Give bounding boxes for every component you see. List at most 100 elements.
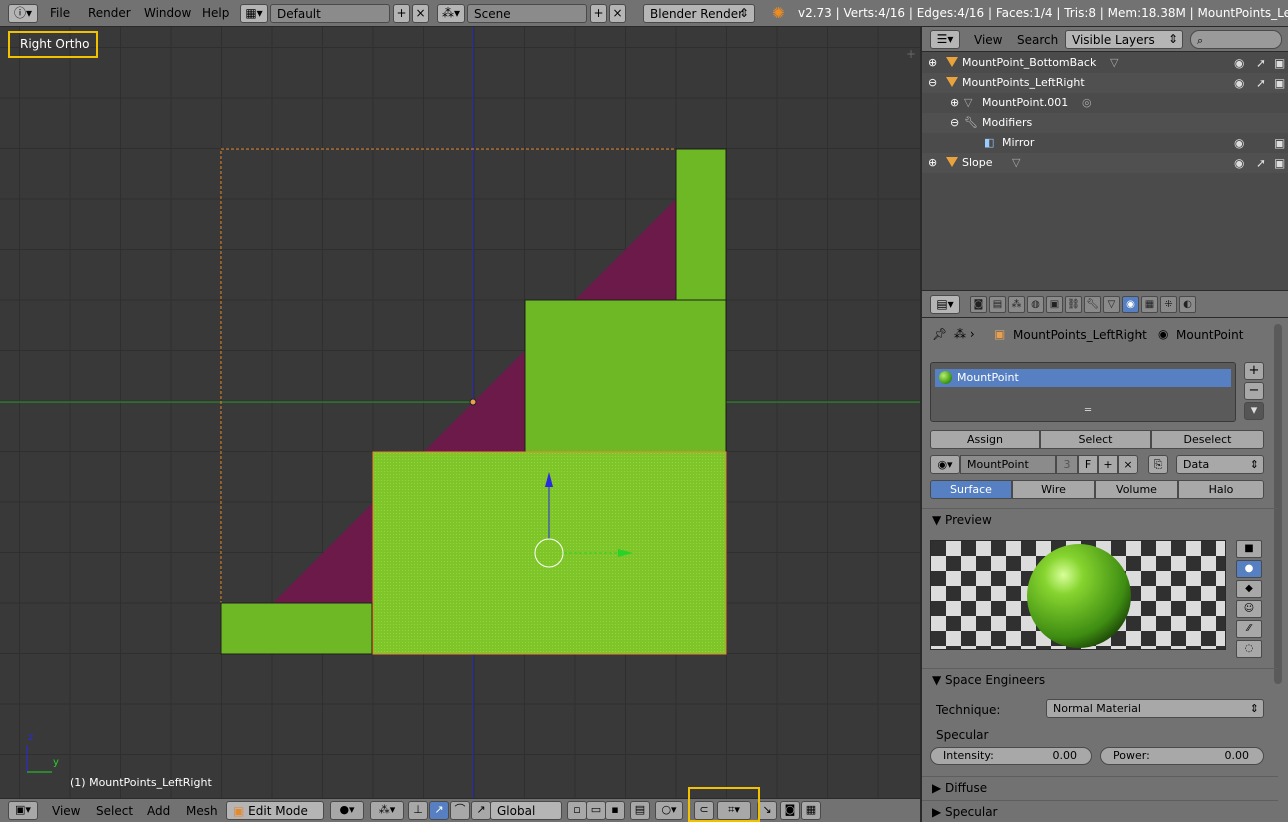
expand-plus-icon[interactable]: ⊕ (928, 156, 937, 169)
viewport-shading-icon[interactable]: ●▾ (330, 801, 364, 820)
pin-icon[interactable]: 📌︎ (932, 327, 947, 341)
texture-tab-icon[interactable]: ▦ (1141, 296, 1158, 313)
visibility-eye-icon[interactable]: ◉ (1234, 156, 1244, 170)
scene-field[interactable]: Scene (467, 4, 587, 23)
render-tab-icon[interactable]: ◙ (970, 296, 987, 313)
tab-volume[interactable]: Volume (1095, 480, 1178, 499)
face-select-icon[interactable]: ▪ (605, 801, 625, 820)
world-tab-icon[interactable]: ◍ (1027, 296, 1044, 313)
unlink-material-icon[interactable]: × (1118, 455, 1138, 474)
occlude-geometry-icon[interactable]: ▤ (630, 801, 650, 820)
menu-help[interactable]: Help (202, 6, 229, 20)
preview-hair-icon[interactable]: ⁄⁄ (1236, 620, 1262, 638)
object-origin[interactable] (469, 398, 477, 406)
display-mode-select[interactable]: Visible Layers ⇕ (1065, 30, 1183, 49)
expand-plus-icon[interactable]: ⊕ (928, 56, 937, 69)
outliner-item-mountpoint-bottomback[interactable]: ⊕ MountPoint_BottomBack ▽ ◉ ➚ ▣ (922, 53, 1288, 73)
viewport-canvas[interactable]: + (0, 27, 920, 798)
add-scene-icon[interactable]: + (590, 4, 607, 23)
editor-type-3d-icon[interactable]: ▣▾ (8, 801, 38, 820)
render-camera-icon[interactable]: ▣ (1274, 136, 1285, 150)
material-name-field[interactable]: MountPoint (960, 455, 1056, 474)
technique-select[interactable]: Normal Material ⇕ (1046, 699, 1264, 718)
material-slot-list[interactable]: MountPoint ═ (930, 362, 1236, 422)
object-tab-icon[interactable]: ▣ (1046, 296, 1063, 313)
render-camera-icon[interactable]: ▣ (1274, 76, 1285, 90)
specular-panel-header[interactable]: ▶ Specular (922, 800, 1278, 822)
material-link-select[interactable]: Data ⇕ (1176, 455, 1264, 474)
proportional-edit-icon[interactable]: ○▾ (655, 801, 683, 820)
snap-target-icon[interactable]: ↘ (757, 801, 777, 820)
collapse-minus-icon[interactable]: ⊖ (950, 116, 959, 129)
material-link-icon[interactable]: ⎘ (1148, 455, 1168, 474)
outliner-item-modifiers[interactable]: ⊖ 🔧︎ Modifiers (922, 113, 1288, 133)
render-still-icon[interactable]: ◙ (780, 801, 800, 820)
remove-slot-icon[interactable]: − (1244, 382, 1264, 400)
render-camera-icon[interactable]: ▣ (1274, 56, 1285, 70)
outliner-item-mountpoints-leftright[interactable]: ⊖ MountPoints_LeftRight ◉ ➚ ▣ (922, 73, 1288, 93)
preview-sphere-icon[interactable]: ● (1236, 560, 1262, 578)
particles-tab-icon[interactable]: ⁜ (1160, 296, 1177, 313)
transform-orientation-select[interactable]: Global (490, 801, 562, 820)
modifiers-tab-icon[interactable]: 🔧︎ (1084, 296, 1101, 313)
selectable-cursor-icon[interactable]: ➚ (1256, 156, 1266, 170)
render-layers-tab-icon[interactable]: ▤ (989, 296, 1006, 313)
preview-monkey-icon[interactable]: ☺ (1236, 600, 1262, 618)
browse-material-icon[interactable]: ◉▾ (930, 455, 960, 474)
preview-panel-header[interactable]: ▼ Preview (922, 508, 1278, 530)
selectable-cursor-icon[interactable]: ➚ (1256, 56, 1266, 70)
material-tab-icon[interactable]: ◉ (1122, 296, 1139, 313)
deselect-button[interactable]: Deselect (1151, 430, 1264, 449)
3d-viewport[interactable]: + Right Ortho z y (1) MountPoints_LeftRi… (0, 27, 920, 798)
render-camera-icon[interactable]: ▣ (1274, 156, 1285, 170)
diffuse-panel-header[interactable]: ▶ Diffuse (922, 776, 1278, 798)
expand-plus-icon[interactable]: ⊕ (950, 96, 959, 109)
mount-face-bottom-left[interactable] (220, 602, 373, 655)
visibility-eye-icon[interactable]: ◉ (1234, 136, 1244, 150)
render-anim-icon[interactable]: ▦ (801, 801, 821, 820)
space-engineers-panel-header[interactable]: ▼ Space Engineers (922, 668, 1278, 690)
remove-scene-icon[interactable]: × (609, 4, 626, 23)
scene-icon[interactable]: ⁂▾ (437, 4, 465, 23)
add-screen-icon[interactable]: + (393, 4, 410, 23)
editor-type-outliner-icon[interactable]: ☰▾ (930, 30, 960, 49)
power-field[interactable]: Power: 0.00 (1100, 747, 1264, 765)
menu-file[interactable]: File (50, 6, 70, 20)
collapse-minus-icon[interactable]: ⊖ (928, 76, 937, 89)
menu-view[interactable]: View (52, 804, 80, 818)
editor-type-info-icon[interactable]: ⓘ▾ (8, 4, 38, 23)
fake-user-button[interactable]: F (1078, 455, 1098, 474)
list-resize-handle[interactable]: ═ (1085, 405, 1091, 416)
mode-select[interactable]: ▣ Edit Mode (226, 801, 324, 820)
menu-select[interactable]: Select (96, 804, 133, 818)
outliner-menu-view[interactable]: View (974, 33, 1002, 47)
remove-screen-icon[interactable]: × (412, 4, 429, 23)
intensity-field[interactable]: Intensity: 0.00 (930, 747, 1092, 765)
assign-button[interactable]: Assign (930, 430, 1040, 449)
translate-manipulator-icon[interactable]: ↗ (429, 801, 449, 820)
edge-select-icon[interactable]: ▭ (586, 801, 606, 820)
screen-layout-field[interactable]: Default (270, 4, 390, 23)
material-users-count[interactable]: 3 (1056, 455, 1078, 474)
tab-wire[interactable]: Wire (1012, 480, 1095, 499)
rotate-manipulator-icon[interactable]: ⌒ (450, 801, 470, 820)
mount-face-top[interactable] (675, 148, 727, 301)
outliner-menu-search[interactable]: Search (1017, 33, 1058, 47)
menu-add[interactable]: Add (147, 804, 170, 818)
render-engine-select[interactable]: Blender Render ⇕ (643, 4, 755, 23)
add-slot-icon[interactable]: + (1244, 362, 1264, 380)
preview-flat-icon[interactable]: ■ (1236, 540, 1262, 558)
slot-specials-icon[interactable]: ▾ (1244, 402, 1264, 420)
tab-halo[interactable]: Halo (1178, 480, 1264, 499)
editor-type-properties-icon[interactable]: ▤▾ (930, 295, 960, 314)
scene-tab-icon[interactable]: ⁂ (1008, 296, 1025, 313)
menu-mesh[interactable]: Mesh (186, 804, 218, 818)
visibility-eye-icon[interactable]: ◉ (1234, 76, 1244, 90)
selectable-cursor-icon[interactable]: ➚ (1256, 76, 1266, 90)
preview-sky-icon[interactable]: ◌ (1236, 640, 1262, 658)
outliner-item-slope[interactable]: ⊕ Slope ▽ ◉ ➚ ▣ (922, 153, 1288, 173)
data-tab-icon[interactable]: ▽ (1103, 296, 1120, 313)
outliner-item-mirror[interactable]: ◧ Mirror ◉ ▣ (922, 133, 1288, 153)
menu-window[interactable]: Window (144, 6, 191, 20)
select-button[interactable]: Select (1040, 430, 1151, 449)
